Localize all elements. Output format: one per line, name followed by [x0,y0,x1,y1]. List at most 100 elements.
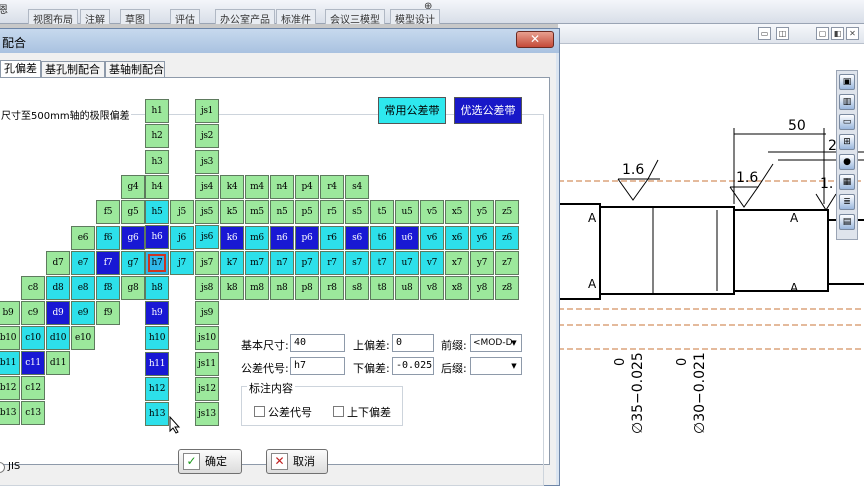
basic-size-input[interactable]: 40 [290,334,345,352]
tolerance-cell-z7[interactable]: z7 [495,251,519,275]
preferred-tolerance-button[interactable]: 优选公差带 [454,97,522,124]
tolerance-cell-t5[interactable]: t5 [370,200,394,224]
tolerance-cell-js5[interactable]: js5 [195,200,219,224]
tolerance-cell-u6[interactable]: u6 [395,226,419,250]
palette-icon[interactable]: ▦ [839,174,855,190]
tolerance-cell-js11[interactable]: js11 [195,351,219,376]
tolerance-cell-f9[interactable]: f9 [96,301,120,325]
ribbon-tab[interactable]: 草图 [120,9,150,26]
tolerance-code-input[interactable]: h7 [290,357,345,375]
tolerance-cell-c12[interactable]: c12 [21,376,45,400]
ribbon-tab[interactable]: 会议三模型 [325,9,385,26]
tolerance-cell-z8[interactable]: z8 [495,276,519,300]
ribbon-tab[interactable]: 标准件 [276,9,316,26]
close-button[interactable]: ✕ [516,31,554,48]
tolerance-cell-js2[interactable]: js2 [195,124,219,149]
tool-icon[interactable]: ▣ [839,74,855,90]
tolerance-cell-h8[interactable]: h8 [145,275,169,300]
tolerance-cell-j6[interactable]: j6 [170,226,194,250]
tolerance-cell-x6[interactable]: x6 [445,226,469,250]
tolerance-cell-j7[interactable]: j7 [170,251,194,275]
tolerance-cell-c9[interactable]: c9 [21,301,45,325]
tolerance-cell-m6[interactable]: m6 [245,226,269,250]
common-tolerance-button[interactable]: 常用公差带 [378,97,446,124]
tolerance-cell-u8[interactable]: u8 [395,276,419,300]
tolerance-cell-js4[interactable]: js4 [195,174,219,199]
tolerance-cell-h4[interactable]: h4 [145,174,169,199]
tolerance-cell-r8[interactable]: r8 [320,276,344,300]
tolerance-cell-s7[interactable]: s7 [345,251,369,275]
tolerance-cell-k8[interactable]: k8 [220,276,244,300]
tolerance-cell-y6[interactable]: y6 [470,226,494,250]
tolerance-cell-js3[interactable]: js3 [195,149,219,174]
tolerance-cell-z6[interactable]: z6 [495,226,519,250]
tolerance-cell-f5[interactable]: f5 [96,200,120,224]
tolerance-cell-d10[interactable]: d10 [46,326,70,350]
tolerance-cell-js7[interactable]: js7 [195,250,219,275]
tolerance-cell-js13[interactable]: js13 [195,402,219,426]
table-icon[interactable]: ▤ [839,214,855,230]
tolerance-cell-f7[interactable]: f7 [96,251,120,275]
tolerance-cell-c13[interactable]: c13 [21,401,45,425]
tolerance-cell-h7[interactable]: h7 [145,250,169,275]
tolerance-cell-r6[interactable]: r6 [320,226,344,250]
tolerance-cell-g5[interactable]: g5 [121,200,145,224]
tolerance-cell-u5[interactable]: u5 [395,200,419,224]
tolerance-cell-v5[interactable]: v5 [420,200,444,224]
tolerance-cell-n5[interactable]: n5 [270,200,294,224]
tolerance-cell-t8[interactable]: t8 [370,276,394,300]
tolerance-cell-f6[interactable]: f6 [96,226,120,250]
tolerance-cell-g7[interactable]: g7 [121,251,145,275]
tolerance-cell-r5[interactable]: r5 [320,200,344,224]
tolerance-cell-p7[interactable]: p7 [295,251,319,275]
color-icon[interactable]: ● [839,154,855,170]
tolerance-cell-b11[interactable]: b11 [0,351,20,375]
tolerance-cell-c11[interactable]: c11 [21,351,45,375]
tab-hole-basis[interactable]: 基孔制配合 [41,61,105,78]
tolerance-cell-u7[interactable]: u7 [395,251,419,275]
tolerance-cell-s8[interactable]: s8 [345,276,369,300]
tolerance-cell-k6[interactable]: k6 [220,226,244,250]
library-icon[interactable]: ▥ [839,94,855,110]
tolerance-cell-e9[interactable]: e9 [71,301,95,325]
tolerance-cell-y5[interactable]: y5 [470,200,494,224]
tolerance-cell-h6[interactable]: h6 [145,225,169,250]
tolerance-cell-x8[interactable]: x8 [445,276,469,300]
tolerance-cell-e10[interactable]: e10 [71,326,95,350]
tolerance-cell-v8[interactable]: v8 [420,276,444,300]
tolerance-cell-js12[interactable]: js12 [195,376,219,401]
tolerance-cell-js8[interactable]: js8 [195,275,219,300]
suffix-select[interactable]: ▼ [470,357,522,375]
tolerance-cell-f8[interactable]: f8 [96,276,120,300]
tolerance-cell-p8[interactable]: p8 [295,276,319,300]
tolerance-cell-g6[interactable]: g6 [121,226,145,250]
tolerance-cell-s4[interactable]: s4 [345,175,369,199]
tolerance-cell-t7[interactable]: t7 [370,251,394,275]
tolerance-cell-h2[interactable]: h2 [145,124,169,149]
ribbon-tab[interactable]: 模型设计 [390,9,440,26]
tolerance-cell-d11[interactable]: d11 [46,351,70,375]
prefix-select[interactable]: <MOD-D: ▼ [470,334,522,352]
tolerance-cell-h10[interactable]: h10 [145,326,169,351]
ribbon-tab[interactable]: 评估 [170,9,200,26]
tolerance-cell-y8[interactable]: y8 [470,276,494,300]
tolerance-cell-d8[interactable]: d8 [46,276,70,300]
tolerance-code-checkbox[interactable] [254,406,265,417]
tolerance-cell-h13[interactable]: h13 [145,402,169,426]
tolerance-cell-r4[interactable]: r4 [320,175,344,199]
tolerance-cell-n7[interactable]: n7 [270,251,294,275]
tolerance-cell-e8[interactable]: e8 [71,276,95,300]
tree-icon[interactable]: ⊞ [839,134,855,150]
tolerance-cell-js9[interactable]: js9 [195,301,219,325]
tolerance-cell-c8[interactable]: c8 [21,276,45,300]
tolerance-cell-b13[interactable]: b13 [0,401,20,425]
tolerance-cell-c10[interactable]: c10 [21,326,45,350]
tolerance-cell-y7[interactable]: y7 [470,251,494,275]
tab-shaft-basis[interactable]: 基轴制配合 [105,61,165,78]
tolerance-cell-d7[interactable]: d7 [46,251,70,275]
ribbon-tab[interactable]: 视图布局 [28,9,78,26]
tolerance-cell-e6[interactable]: e6 [71,226,95,250]
tolerance-cell-k7[interactable]: k7 [220,251,244,275]
deviation-checkbox[interactable] [333,406,344,417]
tolerance-cell-m5[interactable]: m5 [245,200,269,224]
